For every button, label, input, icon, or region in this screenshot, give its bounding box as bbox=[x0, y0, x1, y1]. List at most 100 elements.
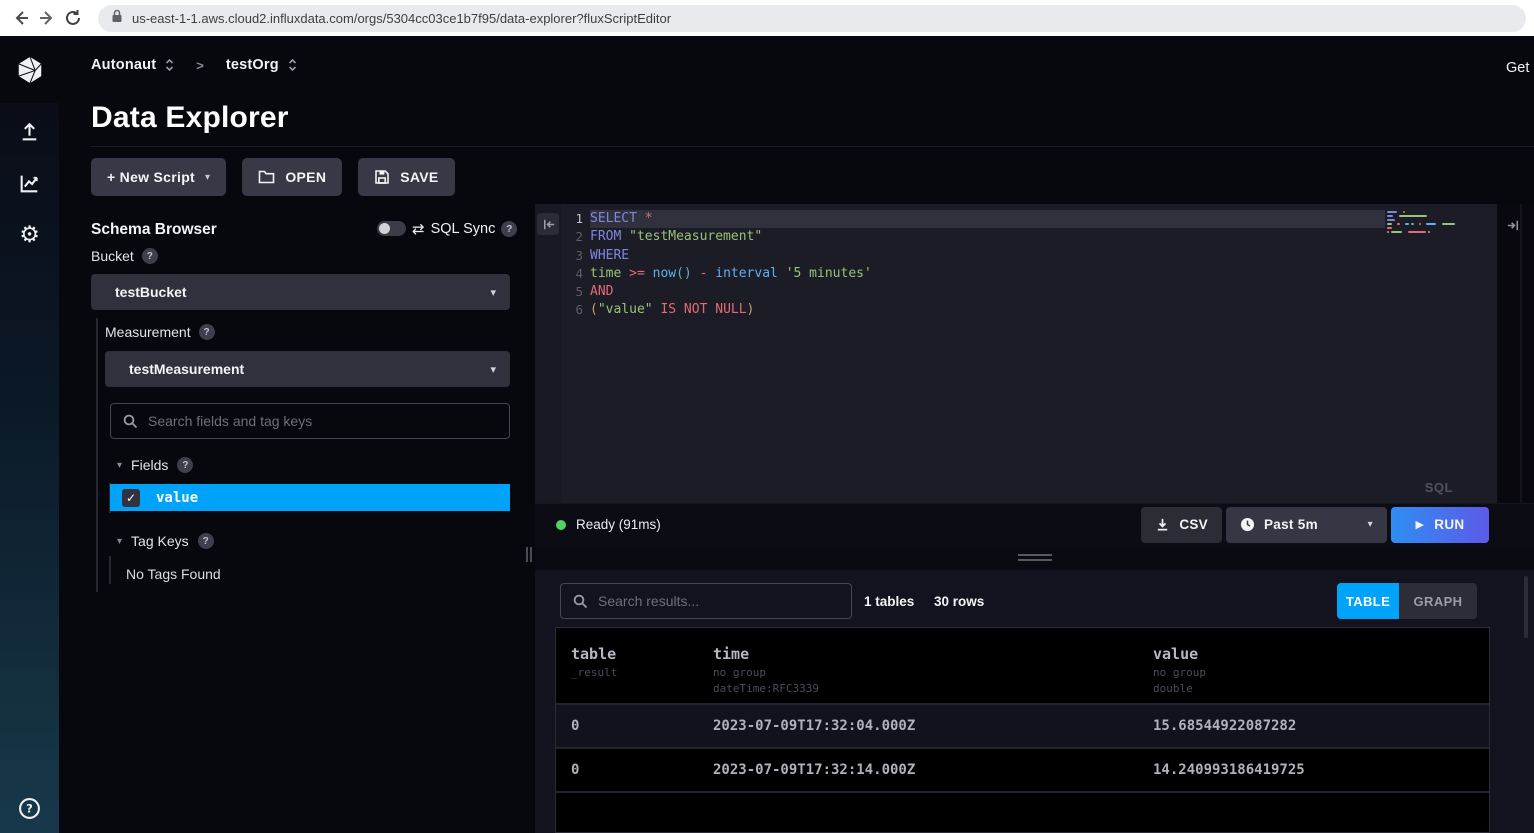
browser-forward-button[interactable] bbox=[34, 5, 60, 31]
sql-sync-help-icon[interactable]: ? bbox=[501, 221, 517, 237]
schema-search bbox=[110, 403, 510, 439]
address-bar[interactable]: us-east-1-1.aws.cloud2.influxdata.com/or… bbox=[98, 5, 1526, 32]
results-table-body: 02023-07-09T17:32:04.000Z15.685449220872… bbox=[556, 705, 1489, 793]
nav-data-explorer[interactable] bbox=[0, 172, 59, 195]
folder-icon bbox=[258, 169, 275, 185]
chevron-down-icon: ▾ bbox=[205, 172, 210, 183]
code-line: WHERE bbox=[590, 247, 1385, 265]
url-text: us-east-1-1.aws.cloud2.influxdata.com/or… bbox=[132, 11, 671, 26]
schema-browser-title: Schema Browser bbox=[91, 221, 217, 239]
field-checkbox[interactable]: ✓ bbox=[122, 489, 140, 507]
line-chart-icon bbox=[18, 172, 41, 195]
breadcrumb: Autonaut > testOrg bbox=[91, 57, 297, 73]
results-search bbox=[560, 583, 852, 619]
save-script-button[interactable]: SAVE bbox=[358, 158, 454, 196]
measurement-label: Measurement bbox=[105, 324, 191, 340]
code-line: time >= now() - interval '5 minutes' bbox=[590, 265, 1385, 283]
field-item-value[interactable]: ✓ value bbox=[110, 484, 510, 511]
view-mode-segmented: TABLE GRAPH bbox=[1337, 583, 1477, 619]
minimap[interactable] bbox=[1387, 211, 1455, 235]
open-label: OPEN bbox=[285, 169, 326, 185]
sort-chevrons-icon bbox=[288, 57, 297, 73]
upload-icon bbox=[18, 120, 41, 143]
horizontal-splitter[interactable] bbox=[535, 545, 1534, 570]
schema-search-input[interactable] bbox=[148, 413, 497, 429]
sync-arrows-icon: ⇄ bbox=[412, 220, 425, 238]
bucket-label: Bucket bbox=[91, 248, 134, 264]
collapse-caret-icon[interactable]: ▾ bbox=[117, 460, 122, 471]
org-switcher[interactable]: Autonaut bbox=[91, 57, 174, 73]
gutter: 123456 bbox=[563, 210, 583, 320]
results-scrollbar[interactable] bbox=[1524, 576, 1528, 638]
results-search-input[interactable] bbox=[598, 593, 839, 609]
no-tags-message: No Tags Found bbox=[126, 566, 221, 582]
search-icon bbox=[123, 414, 138, 429]
download-icon bbox=[1155, 517, 1170, 532]
measurement-selected-value: testMeasurement bbox=[129, 361, 490, 377]
tables-count: 1 tables bbox=[864, 583, 914, 619]
code-line: AND bbox=[590, 283, 1385, 301]
measurement-label-group: Measurement ? bbox=[105, 324, 215, 340]
bucket-selected-value: testBucket bbox=[115, 284, 490, 300]
csv-download-button[interactable]: CSV bbox=[1141, 507, 1222, 543]
vertical-splitter-handle[interactable] bbox=[526, 547, 532, 562]
tab-graph[interactable]: GRAPH bbox=[1399, 583, 1477, 619]
browser-toolbar: us-east-1-1.aws.cloud2.influxdata.com/or… bbox=[0, 0, 1534, 36]
chevron-down-icon: ▾ bbox=[490, 363, 496, 376]
sql-sync-toggle[interactable] bbox=[377, 221, 406, 236]
csv-label: CSV bbox=[1179, 517, 1208, 532]
new-script-button[interactable]: + New Script ▾ bbox=[91, 158, 226, 196]
code-line: ("value" IS NOT NULL) bbox=[590, 301, 1385, 319]
sql-editor: 123456 SELECT *FROM "testMeasurement"WHE… bbox=[535, 204, 1497, 503]
search-icon bbox=[573, 594, 588, 609]
script-toolbar: + New Script ▾ OPEN SAVE bbox=[91, 158, 455, 196]
rows-count: 30 rows bbox=[934, 583, 984, 619]
tree-indent-line bbox=[96, 318, 98, 592]
ssl-lock-icon bbox=[111, 9, 123, 28]
editor-left-strip bbox=[535, 204, 561, 503]
help-circle-icon: ? bbox=[18, 797, 41, 820]
play-icon: ▶ bbox=[1416, 518, 1425, 531]
bucket-help-icon[interactable]: ? bbox=[142, 248, 158, 264]
breadcrumb-separator-icon: > bbox=[196, 58, 204, 73]
code-lines[interactable]: SELECT *FROM "testMeasurement"WHEREtime … bbox=[590, 210, 1385, 320]
editor-right-rail bbox=[1497, 204, 1534, 503]
collapse-caret-icon[interactable]: ▾ bbox=[117, 536, 122, 547]
column-header: table_result bbox=[556, 628, 713, 703]
tab-table[interactable]: TABLE bbox=[1337, 583, 1399, 619]
nav-settings[interactable]: ⚙ bbox=[0, 223, 59, 247]
open-script-button[interactable]: OPEN bbox=[242, 158, 342, 196]
fields-section-header: ▾ Fields ? bbox=[117, 457, 193, 473]
time-range-dropdown[interactable]: Past 5m ▾ bbox=[1226, 507, 1387, 543]
influxdb-logo[interactable] bbox=[0, 36, 59, 103]
browser-back-button[interactable] bbox=[8, 5, 34, 31]
clock-icon bbox=[1240, 517, 1255, 532]
collapse-schema-button[interactable] bbox=[537, 213, 559, 235]
suborg-name: testOrg bbox=[226, 57, 279, 73]
tag-keys-help-icon[interactable]: ? bbox=[198, 533, 214, 549]
fields-help-icon[interactable]: ? bbox=[177, 457, 193, 473]
time-range-value: Past 5m bbox=[1264, 517, 1318, 532]
nav-load-data[interactable] bbox=[0, 120, 59, 143]
tag-keys-label: Tag Keys bbox=[131, 533, 189, 549]
measurement-help-icon[interactable]: ? bbox=[199, 324, 215, 340]
browser-reload-button[interactable] bbox=[60, 5, 86, 31]
nav-help[interactable]: ? bbox=[0, 797, 59, 820]
org-name: Autonaut bbox=[91, 57, 156, 73]
results-panel: 1 tables 30 rows TABLE GRAPH table_resul… bbox=[535, 570, 1534, 833]
results-table: table_resulttimeno groupdateTime:RFC3339… bbox=[555, 627, 1490, 833]
collapse-left-icon bbox=[541, 217, 556, 232]
left-nav-rail: ⚙ ? bbox=[0, 36, 59, 833]
measurement-dropdown[interactable]: testMeasurement ▾ bbox=[105, 351, 510, 387]
check-icon: ✓ bbox=[126, 491, 136, 505]
field-name: value bbox=[156, 490, 198, 506]
chevron-down-icon: ▾ bbox=[1368, 519, 1373, 530]
get-credits-link[interactable]: Get bbox=[1506, 60, 1529, 76]
query-status-bar: Ready (91ms) CSV Past 5m ▾ ▶ RUN bbox=[535, 503, 1534, 545]
expand-right-icon bbox=[1506, 218, 1521, 233]
bucket-dropdown[interactable]: testBucket ▾ bbox=[91, 274, 510, 310]
new-script-label: + New Script bbox=[107, 169, 195, 185]
chevron-down-icon: ▾ bbox=[490, 286, 496, 299]
suborg-switcher[interactable]: testOrg bbox=[226, 57, 297, 73]
run-query-button[interactable]: ▶ RUN bbox=[1391, 507, 1489, 543]
